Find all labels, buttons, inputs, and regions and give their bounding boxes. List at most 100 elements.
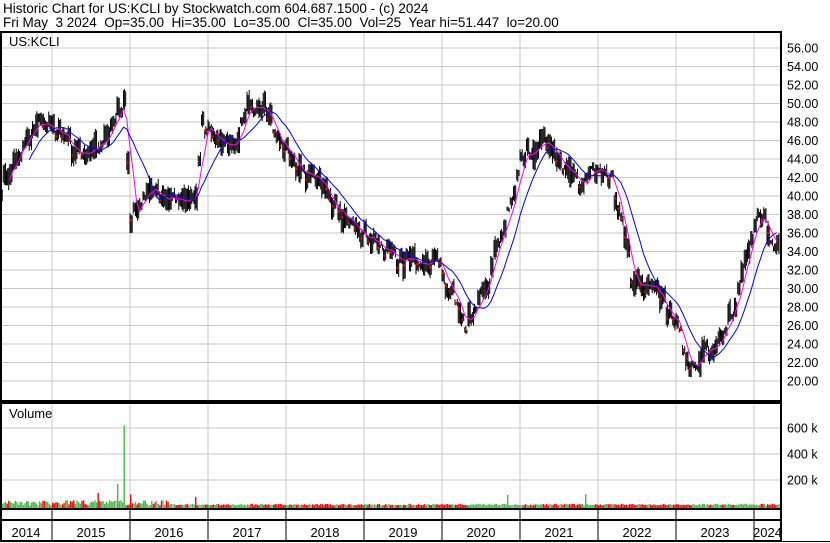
down-mark <box>624 236 626 239</box>
volume-tick-label: 400 k <box>787 448 818 462</box>
down-mark <box>461 318 464 321</box>
volume-bar <box>614 504 616 508</box>
volume-bar <box>336 504 338 508</box>
volume-bar <box>768 504 770 508</box>
volume-bar <box>303 504 306 508</box>
volume-bar <box>495 504 497 508</box>
volume-bar <box>741 504 743 508</box>
volume-bar <box>684 504 686 508</box>
volume-bar <box>266 504 268 508</box>
down-mark <box>217 139 220 142</box>
volume-bar <box>523 504 525 508</box>
volume-bar <box>6 503 8 508</box>
volume-bar <box>104 504 106 508</box>
volume-bar <box>693 504 696 508</box>
price-tick-label: 48.00 <box>787 116 818 130</box>
volume-bar <box>282 505 285 508</box>
volume-bar <box>758 505 761 508</box>
volume-bar <box>745 503 748 508</box>
volume-bar <box>671 504 673 508</box>
down-mark <box>620 217 623 220</box>
volume-bar <box>736 504 738 508</box>
volume-bar <box>622 504 624 508</box>
volume-bar <box>477 504 480 508</box>
volume-bar <box>13 503 15 508</box>
down-mark <box>562 168 565 171</box>
volume-bar <box>498 504 501 508</box>
volume-bar <box>102 500 104 508</box>
volume-bar <box>427 503 429 508</box>
volume-bar <box>8 500 10 508</box>
down-mark <box>607 176 610 179</box>
down-mark <box>555 160 558 163</box>
volume-bar <box>30 502 33 508</box>
volume-bar <box>648 504 650 508</box>
down-mark <box>442 272 444 275</box>
volume-bar <box>539 504 541 508</box>
down-mark <box>760 218 763 221</box>
volume-bar <box>747 505 749 508</box>
volume-bar <box>307 505 309 508</box>
volume-bar <box>695 505 697 508</box>
volume-bar <box>373 504 376 508</box>
volume-bar <box>455 504 457 508</box>
volume-bar <box>508 505 510 508</box>
volume-bar <box>570 504 572 508</box>
year-label: 2018 <box>311 525 340 540</box>
volume-bar <box>346 505 348 508</box>
down-mark <box>656 290 659 293</box>
volume-bar <box>674 504 676 508</box>
volume-bar <box>776 504 779 508</box>
volume-bar <box>144 500 146 508</box>
volume-bar <box>474 504 476 508</box>
volume-bar <box>429 504 431 508</box>
year-label: 2021 <box>545 525 574 540</box>
volume-bar <box>66 500 68 508</box>
volume-bar <box>354 504 356 508</box>
year-label: 2019 <box>389 525 418 540</box>
volume-bar <box>99 501 101 508</box>
volume-bar <box>261 504 263 508</box>
volume-bar <box>308 503 311 508</box>
volume-bar <box>177 504 179 508</box>
volume-bar <box>186 504 189 508</box>
volume-bar <box>417 504 419 508</box>
volume-bar <box>316 504 319 508</box>
volume-bar <box>258 505 260 508</box>
volume-tick-label: 600 k <box>787 422 818 436</box>
volume-bar <box>604 504 606 508</box>
volume-bar <box>91 501 93 508</box>
price-tick-label: 28.00 <box>787 301 818 315</box>
down-mark <box>546 146 548 149</box>
volume-bar <box>669 504 671 508</box>
volume-bar <box>113 500 116 508</box>
volume-bar <box>503 503 506 508</box>
price-tick-label: 40.00 <box>787 190 818 204</box>
volume-bar <box>42 500 44 508</box>
down-mark <box>130 219 132 222</box>
volume-bar <box>515 504 517 508</box>
volume-bar <box>284 504 286 508</box>
volume-bar <box>398 504 400 508</box>
volume-bar <box>323 504 325 508</box>
volume-bar <box>352 505 354 508</box>
volume-bar <box>414 504 416 508</box>
volume-bar <box>511 505 514 508</box>
year-label: 2022 <box>623 525 652 540</box>
down-mark <box>377 246 379 249</box>
volume-bar <box>658 505 660 508</box>
volume-bar <box>81 501 83 508</box>
volume-bar <box>126 505 129 508</box>
volume-bar <box>248 505 250 508</box>
volume-bar <box>117 483 119 508</box>
volume-bar <box>767 504 769 508</box>
volume-bar <box>339 504 341 508</box>
volume-bar <box>599 504 601 508</box>
volume-bar <box>344 504 346 508</box>
volume-bar <box>744 503 746 508</box>
volume-bar <box>703 503 705 508</box>
volume-bar <box>368 503 371 508</box>
price-tick-label: 22.00 <box>787 356 818 370</box>
volume-bar <box>453 505 455 508</box>
volume-bar <box>151 500 153 508</box>
